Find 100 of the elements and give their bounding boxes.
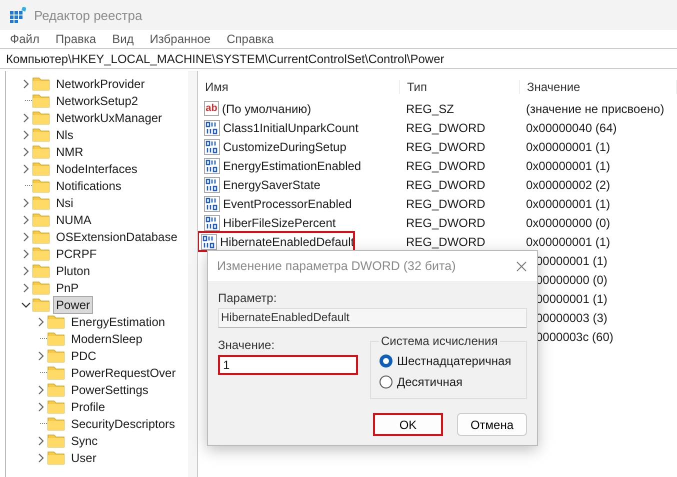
radio-label[interactable]: Десятичная (397, 374, 463, 388)
column-header[interactable]: Тип (400, 80, 520, 94)
menu-item[interactable]: Избранное (150, 32, 211, 46)
value-data-cell-text: 00000003 (3) (535, 310, 608, 324)
value-input-field[interactable]: 1 (218, 355, 358, 375)
value-name-cell[interactable]: EventProcessorEnabled (198, 196, 400, 212)
chevron-right-icon[interactable] (37, 402, 45, 412)
value-name-cell[interactable]: EnergySaverState (198, 176, 400, 192)
radio-button[interactable] (379, 374, 393, 388)
window-title: Редактор реестра (34, 8, 142, 22)
close-icon[interactable] (516, 260, 527, 272)
value-name-cell[interactable]: HibernateEnabledDefault (198, 232, 354, 251)
binary-value-icon (204, 138, 220, 154)
menu-item[interactable]: Вид (112, 32, 134, 46)
tree-item[interactable]: User (68, 448, 100, 466)
binary-value-icon (204, 196, 220, 212)
tree-item[interactable]: PowerSettings (68, 380, 152, 398)
value-name-cell[interactable]: HiberFileSizePercent (198, 214, 400, 230)
tree-item[interactable]: NMR (53, 142, 86, 160)
string-value-icon: ab (204, 101, 219, 116)
tree-item[interactable]: Nsi (53, 194, 76, 212)
tree-item[interactable]: NetworkUxManager (53, 108, 166, 126)
menu-item[interactable]: Файл (10, 32, 40, 46)
value-type-cell-text: REG_DWORD (405, 216, 486, 230)
tree-item[interactable]: ModernSleep (68, 330, 146, 348)
registry-app-icon (10, 7, 26, 23)
folder-icon (32, 178, 50, 193)
dialog-button[interactable]: OK (373, 413, 443, 436)
chevron-right-icon[interactable] (22, 282, 30, 292)
value-data-cell-text: 00000000 (0) (535, 272, 608, 286)
radio-button[interactable] (379, 354, 393, 368)
tree-item[interactable]: Sync (68, 432, 101, 450)
folder-icon (32, 76, 50, 91)
chevron-right-icon[interactable] (37, 350, 45, 360)
radio-label[interactable]: Шестнадцатеричная (397, 354, 512, 368)
chevron-down-icon[interactable] (21, 300, 31, 308)
folder-icon (47, 382, 65, 397)
chevron-right-icon[interactable] (22, 266, 30, 276)
column-header[interactable]: Имя (198, 80, 400, 94)
tree-item[interactable]: NetworkSetup2 (53, 92, 142, 110)
folder-icon (47, 348, 65, 363)
chevron-right-icon[interactable] (37, 436, 45, 446)
dialog-button[interactable]: Отмена (457, 413, 527, 436)
tree-item[interactable]: PDC (68, 346, 100, 364)
tree-item[interactable]: Nls (53, 126, 76, 144)
value-data-cell-text: 0x00000001 (1) (525, 196, 612, 210)
chevron-right-icon[interactable] (22, 146, 30, 156)
chevron-right-icon[interactable] (22, 78, 30, 88)
value-data-cell-text: 0x00000040 (64) (525, 120, 618, 134)
tree-item[interactable]: SecurityDescriptors (68, 414, 178, 432)
column-header[interactable]: Значение (520, 80, 677, 94)
chevron-right-icon[interactable] (22, 232, 30, 242)
chevron-right-icon[interactable] (22, 214, 30, 224)
tree-item[interactable]: Notifications (53, 176, 124, 194)
folder-icon (32, 195, 50, 210)
value-name-cell[interactable]: Class1InitialUnparkCount (198, 120, 400, 136)
folder-icon (32, 263, 50, 278)
tree-item[interactable]: NodeInterfaces (53, 160, 140, 178)
tree-item[interactable]: Profile (68, 398, 108, 416)
value-name-cell[interactable]: CustomizeDuringSetup (198, 138, 400, 154)
value-name-cell[interactable]: EnergyEstimationEnabled (198, 158, 400, 174)
chevron-right-icon[interactable] (22, 112, 30, 122)
folder-icon (47, 314, 65, 329)
value-name-cell[interactable]: ab (По умолчанию) (198, 101, 400, 116)
tree-item[interactable]: OSExtensionDatabase (53, 228, 180, 246)
tree-item[interactable]: EnergyEstimation (68, 312, 168, 330)
chevron-right-icon[interactable] (22, 130, 30, 140)
parameter-name-field: HibernateEnabledDefault (218, 308, 527, 328)
value-type-cell-text: REG_DWORD (405, 158, 486, 172)
folder-icon (47, 365, 65, 380)
folder-icon (47, 399, 65, 414)
group-label: Система исчисления (380, 334, 499, 348)
chevron-right-icon[interactable] (37, 316, 45, 326)
value-type-cell-text: REG_SZ (405, 102, 456, 116)
tree-item[interactable]: PowerRequestOver (68, 364, 179, 382)
value-data-cell-text: 0x00000001 (1) (525, 158, 612, 172)
menu-item[interactable]: Правка (56, 32, 96, 46)
tree-item[interactable]: PCRPF (53, 244, 100, 262)
value-data-cell-text: 00000001 (1) (535, 292, 608, 306)
field-label: Параметр: (218, 291, 278, 305)
chevron-right-icon[interactable] (22, 198, 30, 208)
tree-item[interactable]: Pluton (53, 262, 94, 280)
value-type-cell-text: REG_DWORD (405, 234, 486, 248)
folder-icon (47, 433, 65, 448)
chevron-right-icon[interactable] (22, 248, 30, 258)
tree-item[interactable]: NUMA (53, 210, 94, 228)
chevron-right-icon[interactable] (37, 384, 45, 394)
chevron-right-icon[interactable] (22, 164, 30, 174)
folder-icon (47, 416, 65, 431)
tree-item[interactable]: PnP (53, 278, 82, 296)
tree-item[interactable]: Power (53, 296, 94, 314)
value-data-cell-text: 0x00000000 (0) (525, 216, 612, 230)
folder-icon (32, 144, 50, 159)
menu-item[interactable]: Справка (226, 32, 274, 46)
value-data-cell-text: 0x00000001 (1) (525, 140, 612, 154)
chevron-right-icon[interactable] (37, 452, 45, 462)
folder-icon (32, 161, 50, 176)
address-bar[interactable]: Компьютер\HKEY_LOCAL_MACHINE\SYSTEM\CurrentControlSet\Control\Power (0, 48, 677, 69)
tree-item[interactable]: NetworkProvider (53, 74, 148, 92)
folder-icon (32, 229, 50, 244)
